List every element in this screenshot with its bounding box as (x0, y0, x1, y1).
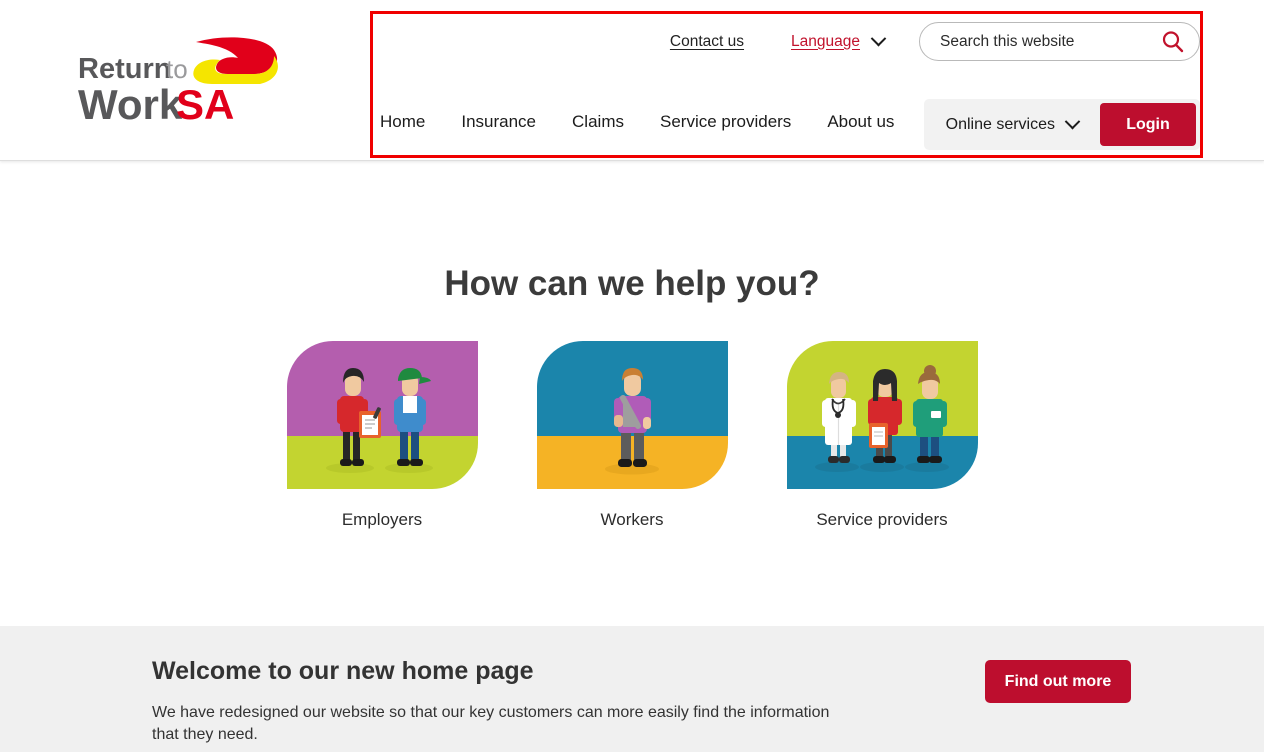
online-services-label[interactable]: Online services (946, 116, 1055, 134)
search-icon[interactable] (1159, 29, 1185, 55)
site-header: Return to Work SA Contact us Language Se… (0, 0, 1264, 161)
employers-illustration (286, 341, 478, 489)
help-card-service-providers[interactable]: Service providers (786, 341, 978, 530)
help-card-workers[interactable]: Workers (536, 341, 728, 530)
welcome-heading: Welcome to our new home page (152, 657, 534, 685)
find-out-more-button[interactable]: Find out more (985, 660, 1131, 703)
help-card-employers[interactable]: Employers (286, 341, 478, 530)
utility-nav: Contact us Language (670, 22, 1200, 61)
nav-item-insurance[interactable]: Insurance (461, 112, 536, 132)
svg-text:to: to (166, 54, 188, 84)
search-box[interactable] (919, 22, 1200, 61)
page-root: Return to Work SA Contact us Language Se… (0, 0, 1264, 752)
help-cards: Employers Workers Service providers (0, 341, 1264, 530)
svg-text:SA: SA (176, 81, 234, 128)
account-panel: Online services Login (923, 99, 1200, 150)
welcome-body: We have redesigned our website so that o… (152, 704, 830, 743)
search-input[interactable] (940, 32, 1159, 51)
nav-item-about-us[interactable]: About us (827, 112, 894, 132)
login-button[interactable]: Login (1100, 103, 1196, 146)
page-title: How can we help you? (444, 264, 820, 303)
main-nav: Home Insurance Claims Service providers … (380, 112, 894, 132)
svg-text:Work: Work (78, 81, 183, 128)
service-providers-illustration (786, 341, 978, 489)
site-logo[interactable]: Return to Work SA (78, 36, 283, 128)
chevron-down-icon[interactable] (1064, 113, 1081, 130)
help-card-label: Service providers (816, 510, 948, 529)
nav-item-claims[interactable]: Claims (572, 112, 624, 132)
nav-item-service-providers[interactable]: Service providers (660, 112, 791, 132)
nav-item-home[interactable]: Home (380, 112, 425, 132)
contact-us-link[interactable]: Contact us (670, 33, 744, 51)
help-card-label: Workers (600, 510, 664, 529)
workers-illustration (536, 341, 728, 489)
language-link[interactable]: Language (791, 33, 860, 51)
help-card-label: Employers (341, 510, 423, 529)
chevron-down-icon[interactable] (867, 30, 889, 47)
